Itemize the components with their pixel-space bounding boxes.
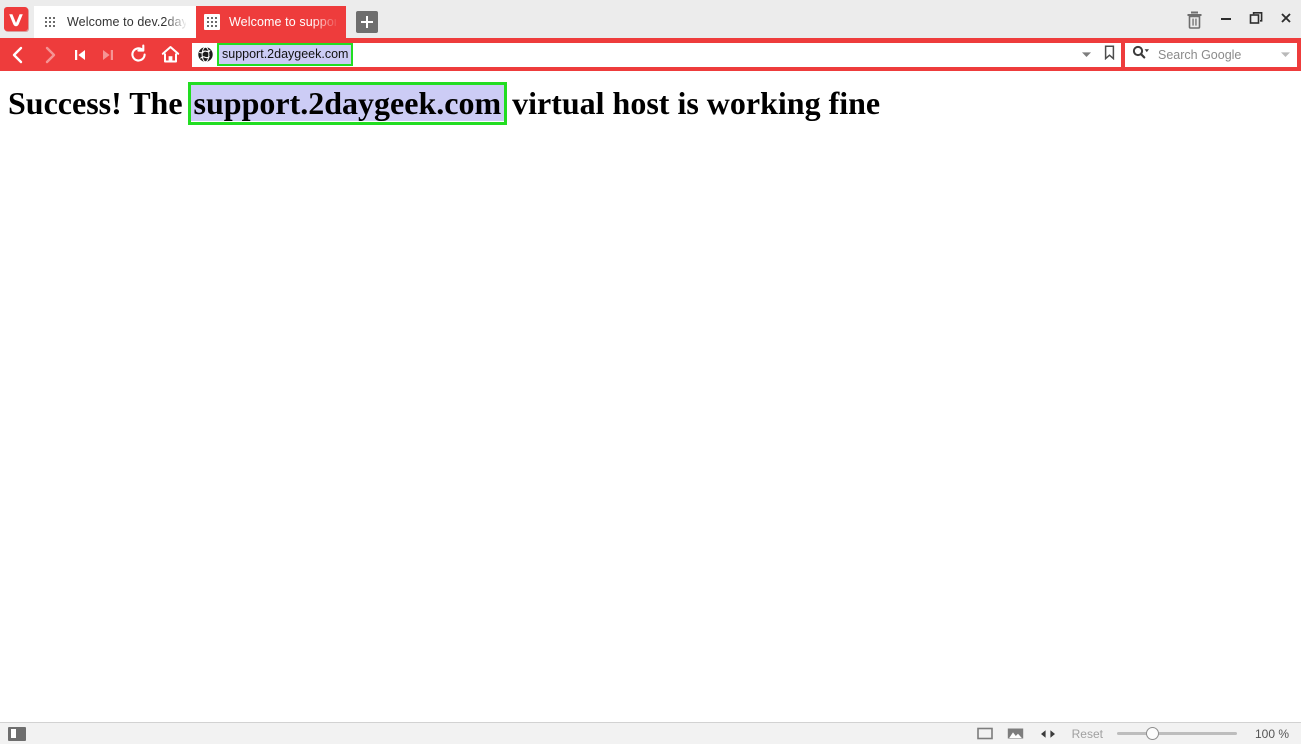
zoom-reset-button[interactable]: Reset <box>1072 727 1103 741</box>
tab-welcome-dev[interactable]: Welcome to dev.2daygeek <box>34 6 196 38</box>
reload-icon[interactable] <box>122 41 154 69</box>
search-google-icon[interactable] <box>1132 45 1151 64</box>
tab-strip: Welcome to dev.2daygeek Welcome to suppo… <box>34 0 378 38</box>
heading-highlight-wrap: support.2daygeek.com <box>187 82 508 125</box>
fast-forward-icon[interactable] <box>94 41 122 69</box>
status-bar-actions: Reset 100 % <box>976 726 1289 741</box>
restore-button[interactable] <box>1241 3 1271 33</box>
heading-suffix: virtual host is working fine <box>504 85 881 121</box>
browser-window: Welcome to dev.2daygeek Welcome to suppo… <box>0 0 1301 744</box>
globe-icon <box>197 46 214 63</box>
new-tab-button[interactable] <box>356 11 378 33</box>
trash-icon[interactable] <box>1177 0 1211 38</box>
navigation-toolbar: support.2daygeek.com Search Google <box>0 38 1301 111</box>
zoom-slider[interactable] <box>1117 727 1237 741</box>
tab-title: Welcome to dev.2daygeek <box>67 15 186 29</box>
home-icon[interactable] <box>154 41 186 69</box>
page-content: Success! The support.2daygeek.com virtua… <box>0 71 1301 722</box>
zoom-slider-thumb[interactable] <box>1145 727 1159 740</box>
back-chevron-icon[interactable] <box>2 41 34 69</box>
search-input[interactable]: Search Google <box>1158 48 1241 62</box>
url-selection[interactable]: support.2daygeek.com <box>217 43 354 66</box>
chevron-down-icon[interactable] <box>1280 46 1291 64</box>
url-text: support.2daygeek.com <box>219 45 352 64</box>
rewind-icon[interactable] <box>66 41 94 69</box>
chevron-down-icon[interactable] <box>1081 46 1092 64</box>
forward-chevron-icon[interactable] <box>34 41 66 69</box>
page-title: Success! The support.2daygeek.com virtua… <box>0 71 1301 125</box>
minimize-button[interactable] <box>1211 3 1241 33</box>
bookmark-icon[interactable] <box>1104 44 1115 65</box>
panel-toggle-icon[interactable] <box>8 726 26 741</box>
zoom-level-label: 100 % <box>1254 726 1289 741</box>
search-field[interactable]: Search Google <box>1125 42 1297 67</box>
tab-title: Welcome to support.2dayg <box>229 15 336 29</box>
grid-dots-favicon <box>42 14 58 30</box>
image-icon[interactable] <box>1007 727 1024 740</box>
status-bar: Reset 100 % <box>0 722 1301 744</box>
zoom-slider-track <box>1117 732 1237 735</box>
tile-page-icon[interactable] <box>976 727 993 740</box>
heading-highlight: support.2daygeek.com <box>190 85 505 121</box>
code-tags-icon[interactable] <box>1038 728 1058 740</box>
tab-bar: Welcome to dev.2daygeek Welcome to suppo… <box>0 0 1301 38</box>
grid-dots-favicon <box>204 14 220 30</box>
vivaldi-logo-icon[interactable] <box>4 7 28 31</box>
address-bar[interactable]: support.2daygeek.com <box>192 42 1121 67</box>
address-bar-actions <box>1073 44 1115 65</box>
heading-prefix: Success! The <box>8 85 191 121</box>
window-controls <box>1177 0 1301 38</box>
tab-welcome-support[interactable]: Welcome to support.2dayg <box>196 6 346 38</box>
close-button[interactable] <box>1271 3 1301 33</box>
